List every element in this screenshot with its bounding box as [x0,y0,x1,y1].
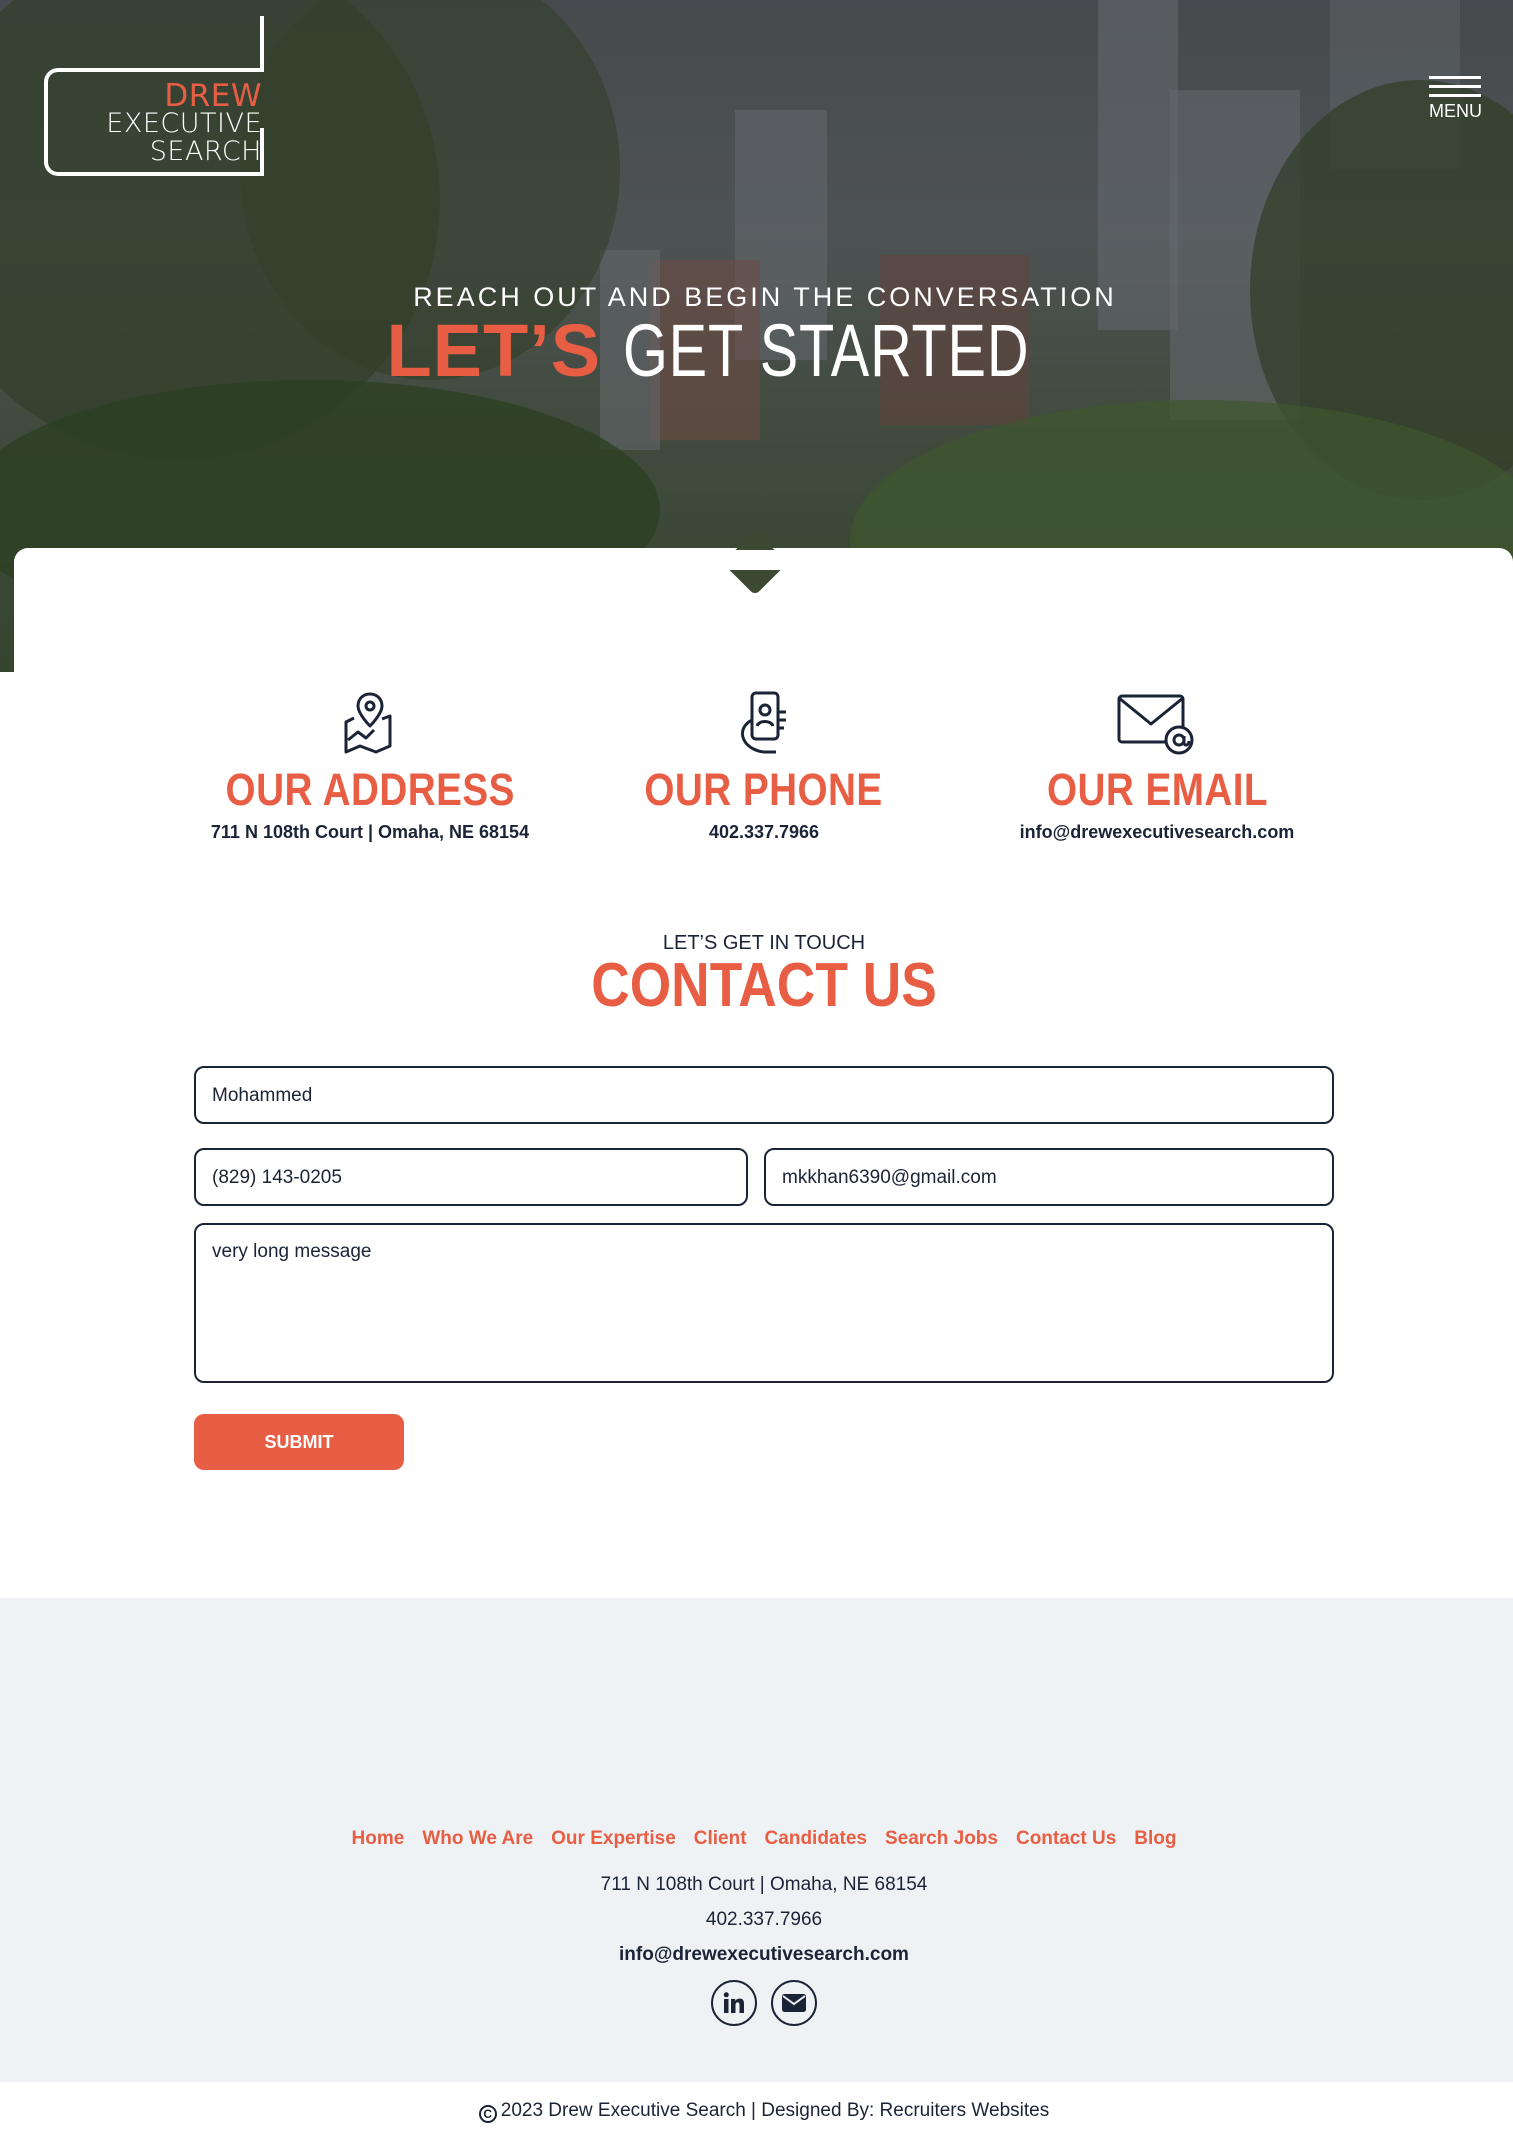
footer-email[interactable]: info@drewexecutivesearch.com [0,1944,1513,1966]
contact-title: CONTACT US [591,951,937,1020]
copyright: C 2023 Drew Executive Search | Designed B… [0,2100,1513,2123]
menu-button[interactable]: MENU [1429,76,1482,122]
phone-icon [740,691,786,754]
footer-link-contact-us[interactable]: Contact Us [1016,1828,1116,1849]
name-field[interactable]: Mohammed [194,1066,1334,1124]
hero-title-rest: GET STARTED [622,309,1029,392]
card-edge [14,550,1513,570]
logo-word-executive: EXECUTIVE [106,108,262,139]
envelope-icon [782,1994,806,2012]
address-value: 711 N 108th Court | Omaha, NE 68154 [210,822,530,842]
footer-link-our-expertise[interactable]: Our Expertise [551,1828,676,1849]
email-icon [1117,694,1194,755]
logo-word-search: SEARCH [149,136,262,167]
footer-link-search-jobs[interactable]: Search Jobs [885,1828,998,1849]
email-field[interactable]: mkkhan6390@gmail.com [764,1148,1334,1206]
copyright-icon: C [478,2105,497,2123]
phone-block: OUR PHONE 402.337.7966 [544,690,984,843]
footer-phone[interactable]: 402.337.7966 [0,1909,1513,1931]
message-field[interactable]: very long message [194,1223,1334,1383]
footer-link-who-we-are[interactable]: Who We Are [422,1828,533,1849]
footer-address: 711 N 108th Court | Omaha, NE 68154 [600,1874,928,1895]
linkedin-button[interactable] [711,1980,757,2026]
site-logo[interactable]: DREW EXECUTIVE SEARCH [44,16,270,180]
address-block: OUR ADDRESS 711 N 108th Court | Omaha, N… [150,690,590,843]
linkedin-icon [723,1992,744,2013]
phone-field[interactable]: (829) 143-0205 [194,1148,748,1206]
phone-title: OUR PHONE [644,764,884,815]
map-pin-icon [344,692,392,754]
menu-label: MENU [1429,101,1482,121]
submit-button[interactable]: SUBMIT [194,1414,404,1470]
copyright-text: 2023 Drew Executive Search | Designed By… [500,2100,1050,2121]
hamburger-icon [1429,76,1481,97]
footer-link-blog[interactable]: Blog [1134,1828,1176,1849]
footer-link-candidates[interactable]: Candidates [765,1828,867,1849]
email-block: OUR EMAIL info@drewexecutivesearch.com [937,690,1377,843]
footer-link-home[interactable]: Home [352,1828,405,1849]
email-title: OUR EMAIL [1046,764,1268,815]
email-value[interactable]: info@drewexecutivesearch.com [937,822,1377,843]
hero-title-accent: LET’S [386,309,602,392]
footer-nav: Home Who We Are Our Expertise Client Candida… [0,1828,1513,1850]
hero-title: LET’S GET STARTED [0,308,1513,393]
footer-link-client[interactable]: Client [694,1828,747,1849]
address-title: OUR ADDRESS [225,764,515,815]
phone-value: 402.337.7966 [708,822,820,842]
email-social-button[interactable] [771,1980,817,2026]
